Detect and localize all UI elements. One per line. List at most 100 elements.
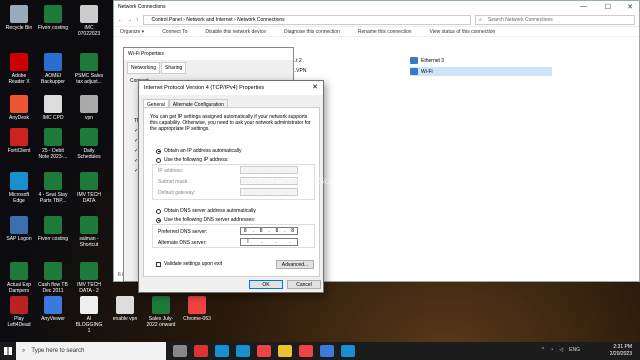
desktop-icon[interactable]: Recycle Bin [4, 5, 34, 31]
desktop-icon-label: AI BLOGGING 1 [75, 316, 103, 334]
minimize-icon[interactable]: — [580, 3, 587, 10]
desktop-icon[interactable]: Microsoft Edge [4, 172, 34, 204]
tab-networking[interactable]: Networking [127, 62, 161, 74]
desktop-icon[interactable]: Sales July-2022 onward [146, 296, 176, 328]
start-button[interactable] [0, 342, 16, 360]
desktop-icon[interactable]: AOMEI Backupper [38, 53, 68, 85]
desktop-icon[interactable]: Adobe Reader X [4, 53, 34, 85]
taskbar-app-icon[interactable] [299, 345, 313, 357]
desktop-icon[interactable]: FortiClient [4, 128, 34, 154]
view-status-button[interactable]: View status of this connection [430, 29, 496, 35]
app-icon [44, 216, 62, 234]
desktop-icon[interactable]: Actual Exp Dampers [4, 262, 34, 294]
tab-sharing[interactable]: Sharing [161, 62, 187, 74]
search-input[interactable]: ⌕ Search Network Connections [475, 14, 635, 25]
taskbar-app-icon[interactable] [215, 345, 229, 357]
taskbar: ⌕ Type here to search ^ ◔ ◁ ENG 2:31 PM … [0, 342, 640, 360]
close-icon[interactable]: ✕ [627, 3, 633, 11]
preferred-dns-field[interactable]: 8. 8. 8. 8 [240, 227, 298, 235]
forward-icon[interactable]: → [127, 17, 132, 23]
desktop-icon[interactable]: AnyDesk [4, 95, 34, 121]
chevron-up-icon[interactable]: ^ [542, 347, 544, 353]
app-icon [10, 5, 28, 23]
connection-ethernet-3[interactable]: Ethernet 3 [410, 57, 444, 64]
desktop-icon[interactable]: IMV TECH DATA [74, 172, 104, 204]
desktop-icon[interactable]: Fiverr costing [38, 5, 68, 31]
default-gateway-field[interactable]: ... [240, 188, 298, 196]
taskbar-app-icon[interactable] [236, 345, 250, 357]
desktop-icon-label: Fiverr costing [38, 25, 69, 31]
desktop-icon[interactable]: IMC CPD [38, 95, 68, 121]
cancel-button[interactable]: Cancel [287, 280, 321, 289]
desktop-icon[interactable]: SAP Logon [4, 216, 34, 242]
app-icon [80, 216, 98, 234]
desktop-icon[interactable]: Fiverr costing [38, 216, 68, 242]
back-icon[interactable]: ← [118, 17, 123, 23]
clock-date: 2/20/2023 [609, 351, 632, 357]
desktop-icon[interactable]: vpn [74, 95, 104, 121]
app-icon [10, 128, 28, 146]
taskbar-app-icon[interactable] [257, 345, 271, 357]
app-icon [10, 262, 28, 280]
desktop-icon[interactable]: Daily Schedules [74, 128, 104, 160]
address-bar[interactable]: Control Panel › Network and Internet › N… [142, 14, 471, 25]
clock[interactable]: 2:31 PM 2/20/2023 [610, 344, 632, 358]
desktop-icon[interactable]: PSMC Sales tax adjust... [74, 53, 104, 85]
rename-button[interactable]: Rename this connection [358, 29, 412, 35]
organize-button[interactable]: Organize ▾ [120, 29, 144, 35]
alternate-dns-field[interactable]: I... [240, 238, 298, 246]
dns-auto-radio[interactable]: Obtain DNS server address automatically [156, 208, 256, 214]
desktop-icon-label: vpn [84, 115, 94, 121]
taskbar-app-icon[interactable] [320, 345, 334, 357]
connect-to-button[interactable]: Connect To [162, 29, 187, 35]
desktop-icon[interactable]: AnyViewer [38, 296, 68, 322]
app-icon [10, 95, 28, 113]
wifi-icon[interactable]: ◔ [550, 347, 553, 353]
connection-wifi[interactable]: Wi-Fi [410, 67, 552, 76]
connection-item[interactable]: ...VPN [292, 68, 306, 74]
speaker-icon[interactable]: ◁ [559, 347, 563, 353]
maximize-icon[interactable]: ☐ [605, 3, 611, 11]
desktop-icon-label: Chrome-063 [183, 316, 211, 322]
desktop-icon[interactable]: Cash flow TB Dec 2011 [38, 262, 68, 294]
ip-auto-radio[interactable]: Obtain an IP address automatically [156, 148, 241, 154]
ok-button[interactable]: OK [249, 280, 283, 289]
taskbar-app-icon[interactable] [341, 345, 355, 357]
close-icon[interactable]: ✕ [312, 83, 318, 91]
desktop-icon[interactable]: Play Left4Dead [4, 296, 34, 328]
taskbar-app-icon[interactable] [194, 345, 208, 357]
diagnose-button[interactable]: Diagnose this connection [284, 29, 340, 35]
dns-manual-radio[interactable]: Use the following DNS server addresses: [156, 217, 255, 223]
taskbar-search-box[interactable]: ⌕ Type here to search [16, 342, 166, 360]
ip-manual-radio[interactable]: Use the following IP address: [156, 157, 229, 163]
breadcrumb-3[interactable]: Network Connections [237, 17, 285, 23]
desktop-icon-label: enable vpn [112, 316, 138, 322]
language-indicator[interactable]: ENG [569, 347, 580, 353]
app-icon [44, 128, 62, 146]
app-icon [10, 172, 28, 190]
default-gateway-label: Default gateway: [158, 190, 196, 196]
desktop-icon[interactable]: enable vpn [110, 296, 140, 322]
checkbox-unchecked-icon [156, 261, 161, 267]
desktop-icon[interactable]: salman - Shortcut [74, 216, 104, 248]
desktop-icon[interactable]: 4 - Seat Stay Parts TBP... [38, 172, 68, 204]
disable-device-button[interactable]: Disable this network device [205, 29, 266, 35]
ip-address-field[interactable]: ... [240, 166, 298, 174]
app-icon [188, 296, 206, 314]
desktop-icon[interactable]: Chrome-063 [182, 296, 212, 322]
validate-checkbox[interactable]: Validate settings upon exit [156, 261, 222, 267]
network-adapter-icon [410, 57, 418, 64]
desktop-icon[interactable]: AI BLOGGING 1 [74, 296, 104, 334]
desktop-icon[interactable]: 25 - Debit Note 2023-... [38, 128, 68, 160]
taskbar-app-icon[interactable] [173, 345, 187, 357]
taskbar-app-icon[interactable] [278, 345, 292, 357]
advanced-button[interactable]: Advanced... [276, 260, 314, 269]
breadcrumb-2[interactable]: Network and Internet [186, 17, 232, 23]
up-icon[interactable]: ↑ [136, 17, 139, 23]
desktop-icon[interactable]: IMC 07022023 [74, 5, 104, 37]
desktop-icon[interactable]: IMV TECH DATA - 2 [74, 262, 104, 294]
description-text: You can get IP settings assigned automat… [150, 114, 311, 132]
desktop-icon-label: 25 - Debit Note 2023-... [38, 148, 68, 160]
breadcrumb-1[interactable]: Control Panel [152, 17, 182, 23]
ipv4-title: Internet Protocol Version 4 (TCP/IPv4) P… [144, 85, 265, 91]
